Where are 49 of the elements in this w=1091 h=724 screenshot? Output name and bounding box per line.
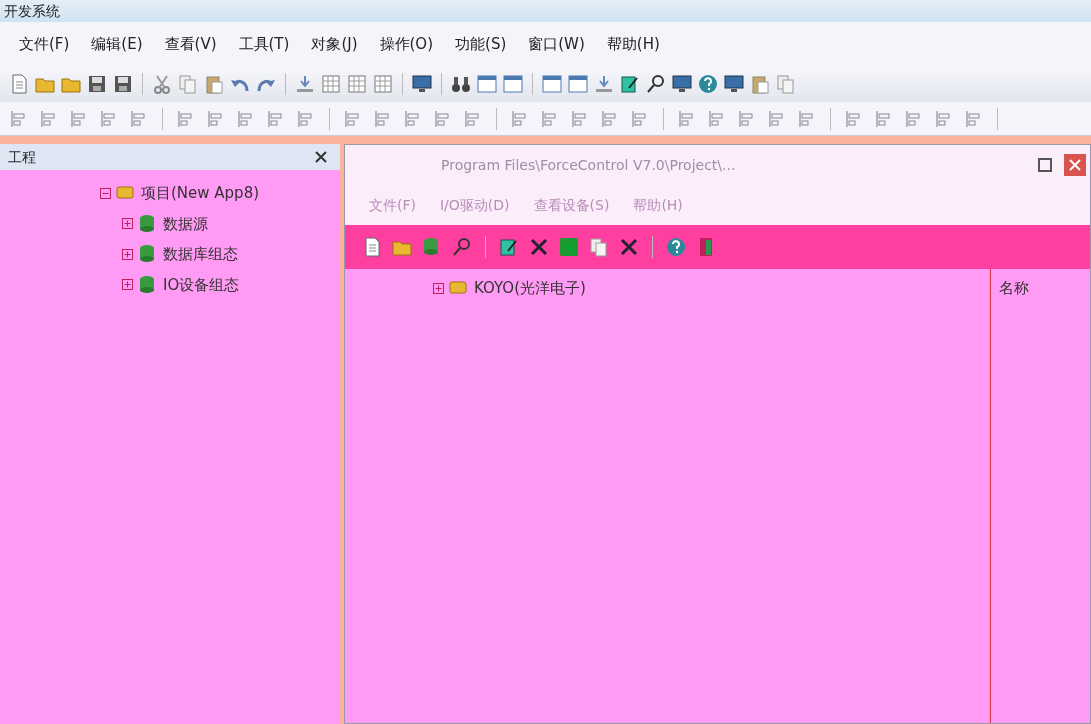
x-icon[interactable] xyxy=(528,236,550,258)
save-icon[interactable] xyxy=(86,73,108,95)
expand-icon[interactable] xyxy=(433,282,444,294)
window-icon[interactable] xyxy=(502,73,524,95)
menu-item[interactable]: 对象(J) xyxy=(300,32,369,56)
search-icon[interactable] xyxy=(645,73,667,95)
download-icon[interactable] xyxy=(294,73,316,95)
expand-icon[interactable] xyxy=(122,218,133,230)
menu-item[interactable]: 帮助(H) xyxy=(595,32,671,56)
grid-icon[interactable] xyxy=(346,73,368,95)
window-title: Program Files\ForceControl V7.0\Project\... xyxy=(441,155,736,175)
copy-icon[interactable] xyxy=(177,73,199,95)
grid-icon[interactable] xyxy=(372,73,394,95)
tree-item[interactable]: KOYO(光洋电子) xyxy=(474,277,586,300)
collapse-icon[interactable] xyxy=(100,187,111,199)
monitor-icon[interactable] xyxy=(411,73,433,95)
copy-icon[interactable] xyxy=(588,236,610,258)
help-icon[interactable] xyxy=(665,236,687,258)
window-title: 开发系统 xyxy=(4,1,60,21)
tree-item[interactable]: 项目(New App8) xyxy=(141,182,260,205)
tree-item[interactable]: IO设备组态 xyxy=(163,273,240,296)
play-back-icon[interactable] xyxy=(558,236,580,258)
paste-icon[interactable] xyxy=(203,73,225,95)
tree-item[interactable]: 数据源 xyxy=(163,212,208,235)
menu-item[interactable]: 查看(V) xyxy=(153,32,228,56)
menu-item[interactable]: 功能(S) xyxy=(444,32,518,56)
panel-title: 工程 xyxy=(8,147,36,167)
expand-icon[interactable] xyxy=(122,279,133,291)
monitor-icon[interactable] xyxy=(723,73,745,95)
expand-icon[interactable] xyxy=(122,248,133,260)
pencil-icon[interactable] xyxy=(498,236,520,258)
column-header: 名称 xyxy=(999,278,1030,299)
monitor-icon[interactable] xyxy=(671,73,693,95)
menu-item[interactable]: 文件(F) xyxy=(8,32,81,56)
x-icon[interactable] xyxy=(618,236,640,258)
save-icon[interactable] xyxy=(112,73,134,95)
window-icon[interactable] xyxy=(476,73,498,95)
grid-icon[interactable] xyxy=(320,73,342,95)
menu-item[interactable]: 编辑(E) xyxy=(80,32,154,56)
scissors-icon[interactable] xyxy=(151,73,173,95)
menu-item[interactable]: 工具(T) xyxy=(227,32,301,56)
window-icon[interactable] xyxy=(567,73,589,95)
menu-item[interactable]: 窗口(W) xyxy=(517,32,596,56)
help-icon[interactable] xyxy=(697,73,719,95)
window-icon[interactable] xyxy=(541,73,563,95)
menu-item[interactable]: 操作(O) xyxy=(368,32,445,56)
copy-icon[interactable] xyxy=(775,73,797,95)
tree-item[interactable]: 数据库组态 xyxy=(163,243,238,266)
pencil-icon[interactable] xyxy=(619,73,641,95)
